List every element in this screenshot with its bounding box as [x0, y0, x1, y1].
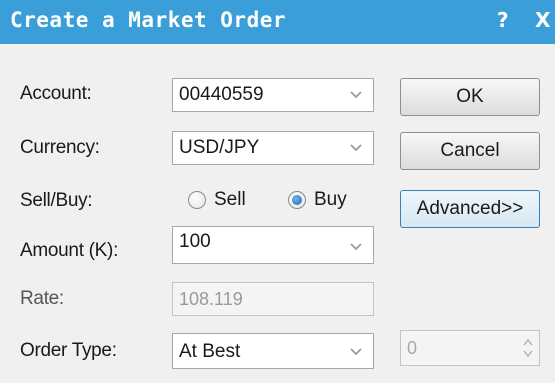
currency-dropdown[interactable]: USD/JPY [172, 131, 374, 165]
spinner-value: 0 [407, 338, 418, 358]
spinner-arrows-icon[interactable] [521, 334, 535, 362]
chevron-down-icon[interactable] [339, 336, 373, 368]
radio-checked-icon [288, 191, 306, 209]
account-label: Account: [20, 83, 92, 104]
amount-combobox[interactable]: 100 [172, 226, 374, 264]
amount-value: 100 [179, 231, 211, 252]
radio-unchecked-icon [188, 191, 206, 209]
order-type-label: Order Type: [20, 340, 117, 361]
close-button[interactable]: X [535, 8, 550, 32]
account-value: 00440559 [179, 84, 264, 105]
help-button[interactable]: ? [497, 8, 509, 32]
rate-value: 108.119 [179, 289, 243, 309]
cancel-button[interactable]: Cancel [400, 132, 540, 170]
currency-value: USD/JPY [179, 137, 260, 158]
sell-radio-label: Sell [214, 189, 246, 210]
buy-radio-label: Buy [314, 189, 347, 210]
side-label: Sell/Buy: [20, 190, 93, 211]
ok-button[interactable]: OK [400, 78, 540, 116]
currency-label: Currency: [20, 137, 100, 158]
order-type-dropdown[interactable]: At Best [172, 333, 374, 369]
buy-radio[interactable]: Buy [288, 189, 347, 211]
rate-field: 108.119 [172, 282, 374, 316]
order-type-value: At Best [179, 341, 241, 362]
chevron-down-icon[interactable] [339, 231, 373, 263]
amount-label: Amount (K): [20, 240, 119, 261]
sell-radio[interactable]: Sell [188, 189, 246, 211]
account-dropdown[interactable]: 00440559 [172, 78, 374, 112]
window-title: Create a Market Order [10, 8, 287, 32]
title-bar: Create a Market Order ? X [0, 0, 555, 44]
chevron-down-icon[interactable] [339, 79, 373, 111]
rate-label: Rate: [20, 288, 64, 309]
order-type-spinner[interactable]: 0 [400, 330, 540, 366]
advanced-button[interactable]: Advanced>> [400, 190, 540, 228]
chevron-down-icon[interactable] [339, 132, 373, 164]
